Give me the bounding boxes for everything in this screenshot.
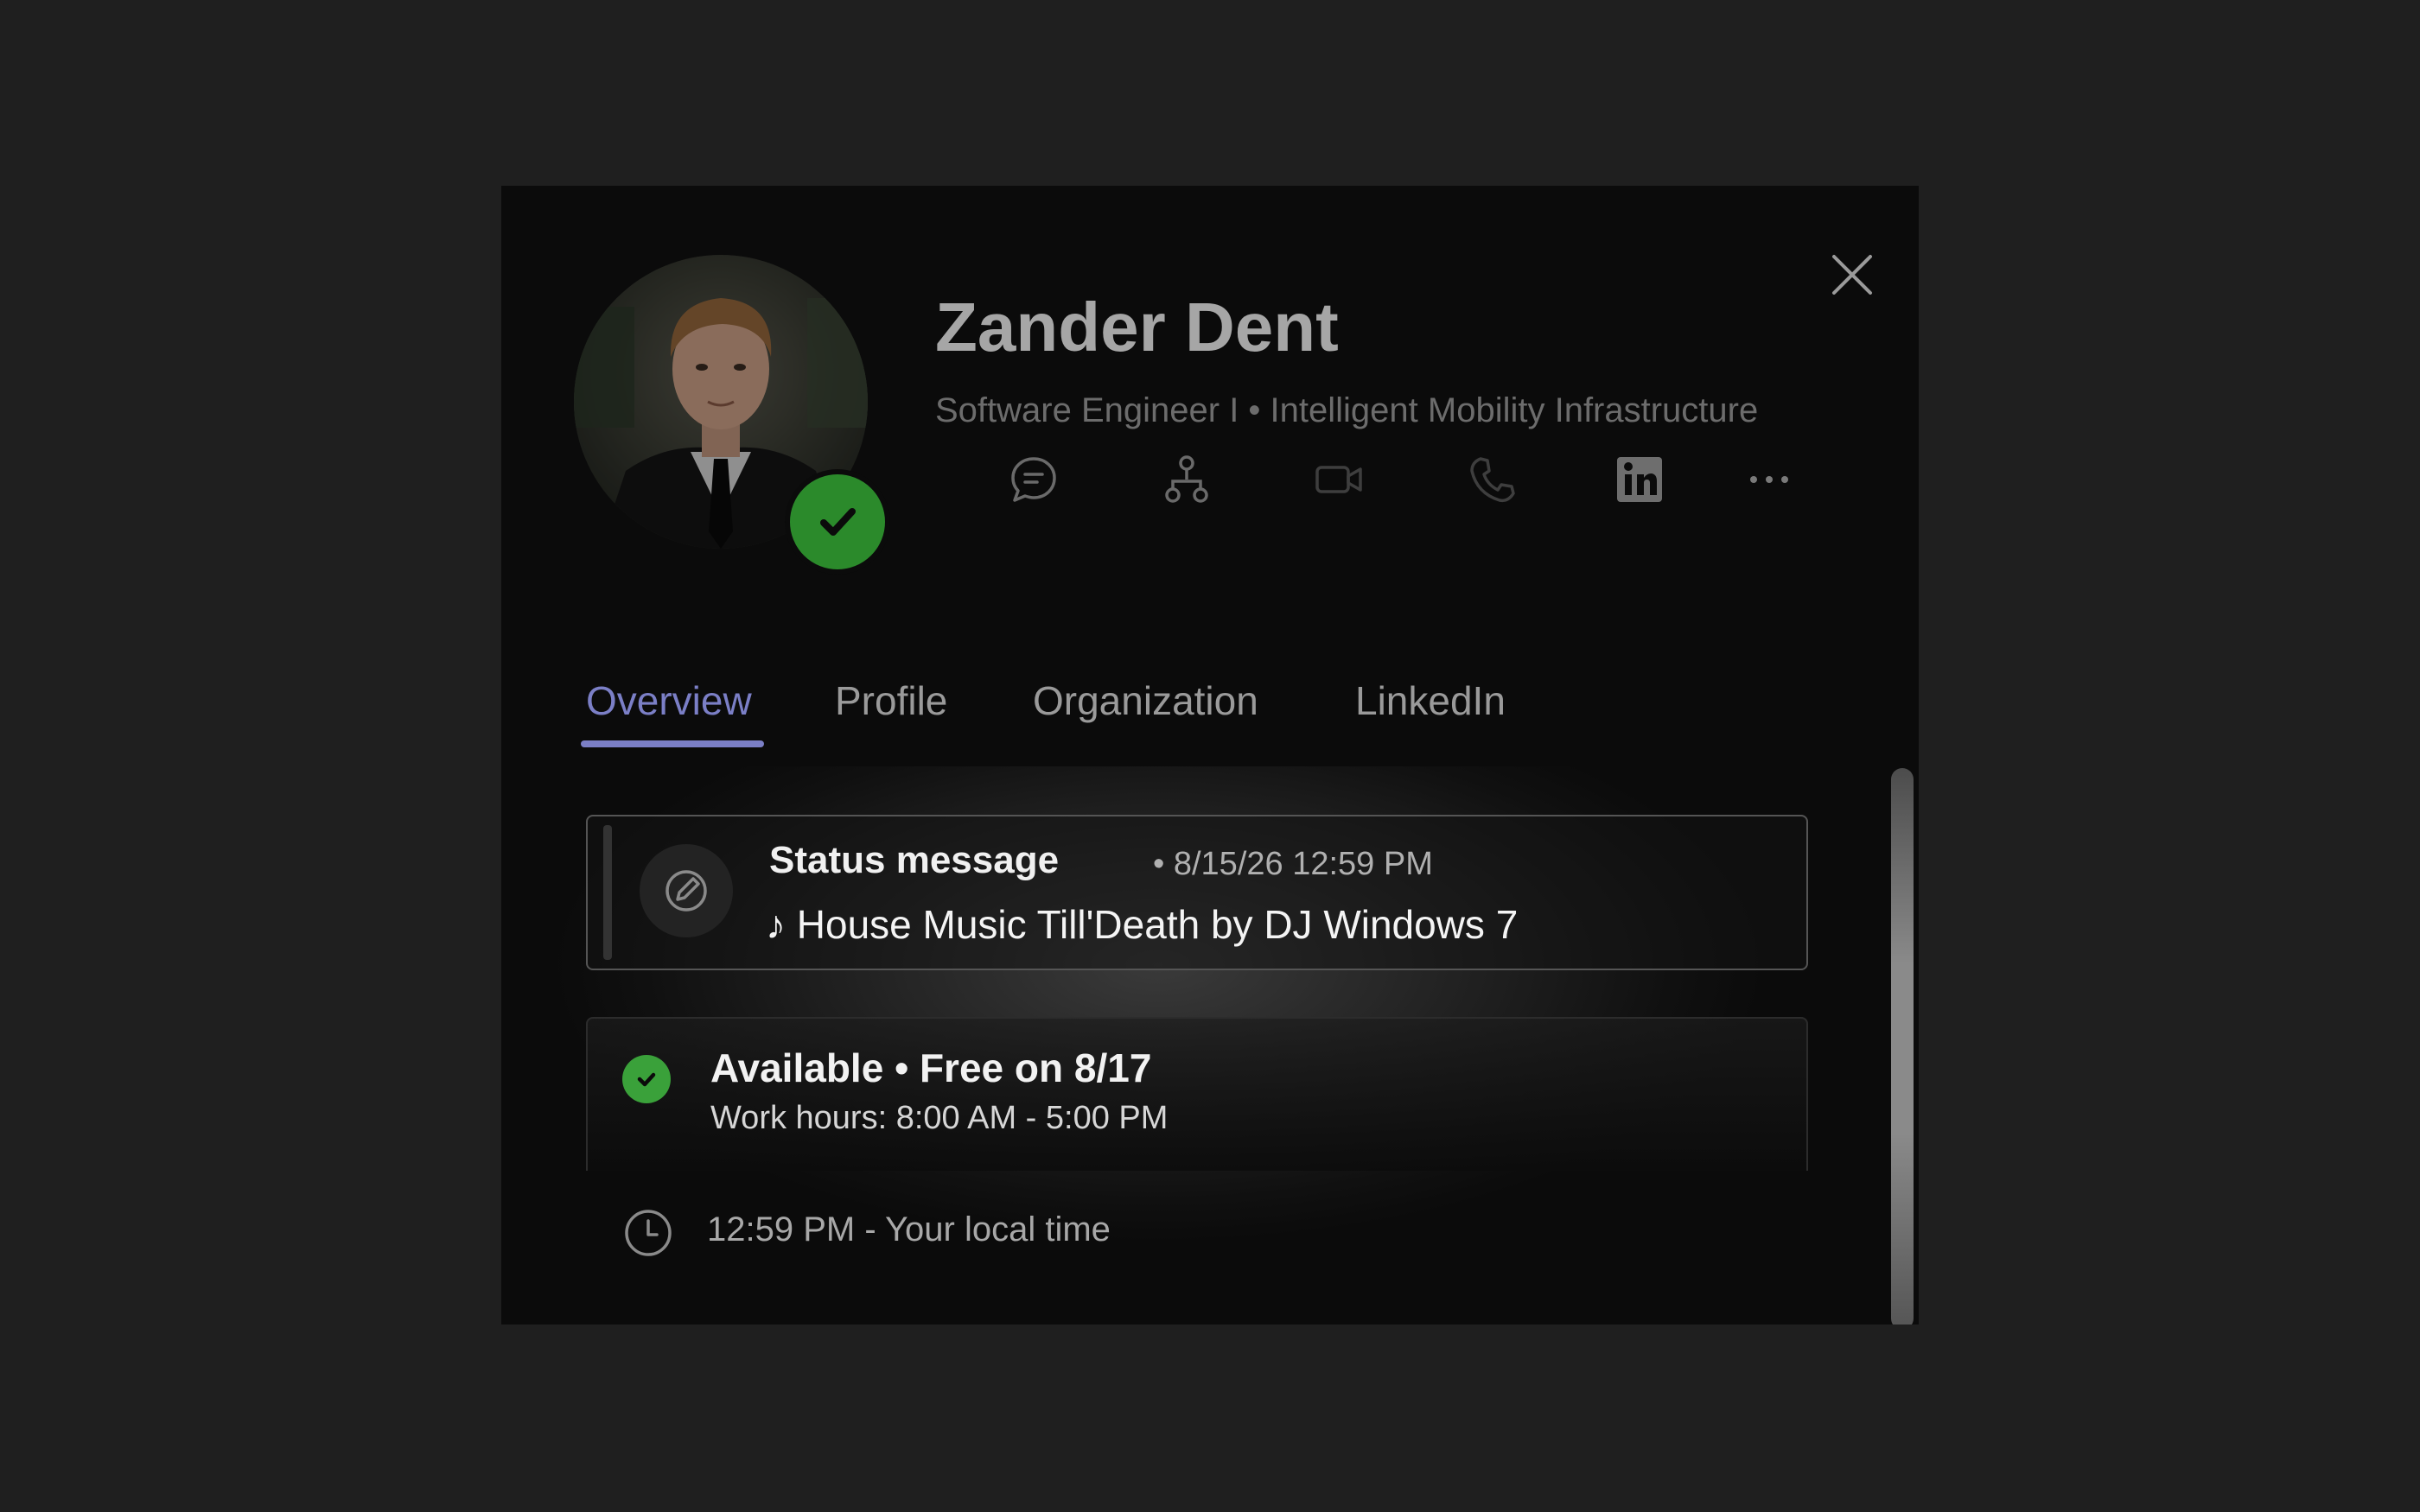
phone-call-icon xyxy=(1470,457,1515,503)
scrollbar-thumb[interactable] xyxy=(1891,768,1914,1325)
org-chart-icon xyxy=(1165,455,1208,503)
phone-call-button[interactable] xyxy=(1458,445,1527,514)
tab-linkedin[interactable]: LinkedIn xyxy=(1355,635,1506,766)
profile-card: Zander Dent Software Engineer I • Intell… xyxy=(501,186,1919,1325)
work-hours: Work hours: 8:00 AM - 5:00 PM xyxy=(710,1100,1169,1136)
linkedin-button[interactable] xyxy=(1605,445,1674,514)
availability-title: Available • Free on 8/17 xyxy=(710,1045,1152,1090)
tab-profile[interactable]: Profile xyxy=(835,635,947,766)
status-card-accent xyxy=(603,825,612,960)
active-tab-indicator xyxy=(581,740,764,747)
status-message-text: ♪ House Music Till'Death by DJ Windows 7 xyxy=(766,902,1519,947)
status-message-card[interactable]: Status message • 8/15/26 12:59 PM ♪ Hous… xyxy=(586,815,1808,970)
availability-card[interactable]: Available • Free on 8/17 Work hours: 8:0… xyxy=(586,1017,1808,1171)
profile-name: Zander Dent xyxy=(935,289,1339,365)
profile-subtitle: Software Engineer I • Intelligent Mobili… xyxy=(935,391,1759,429)
action-bar xyxy=(501,445,1919,514)
chat-button[interactable] xyxy=(999,445,1068,514)
status-message-icon-wrap xyxy=(640,844,733,937)
overview-panel: Status message • 8/15/26 12:59 PM ♪ Hous… xyxy=(501,766,1919,1325)
availability-status-icon xyxy=(622,1055,671,1103)
more-icon xyxy=(1750,476,1788,483)
chat-icon xyxy=(1011,457,1056,502)
checkmark-icon xyxy=(637,1072,656,1087)
video-call-button[interactable] xyxy=(1305,445,1374,514)
linkedin-icon xyxy=(1617,457,1662,502)
pencil-circle-icon xyxy=(666,870,707,912)
close-button[interactable] xyxy=(1815,238,1889,312)
status-title: Status message xyxy=(769,839,1060,881)
more-options-button[interactable] xyxy=(1735,445,1804,514)
clock-icon xyxy=(625,1210,672,1256)
scrollbar[interactable] xyxy=(1891,766,1914,1325)
video-call-icon xyxy=(1315,466,1362,493)
status-date: • 8/15/26 12:59 PM xyxy=(1153,846,1433,882)
tab-bar: Overview Profile Organization LinkedIn xyxy=(501,635,1919,768)
org-chart-button[interactable] xyxy=(1152,445,1221,514)
tab-organization[interactable]: Organization xyxy=(1033,635,1258,766)
local-time-text: 12:59 PM - Your local time xyxy=(707,1210,1111,1248)
close-icon xyxy=(1832,255,1872,295)
